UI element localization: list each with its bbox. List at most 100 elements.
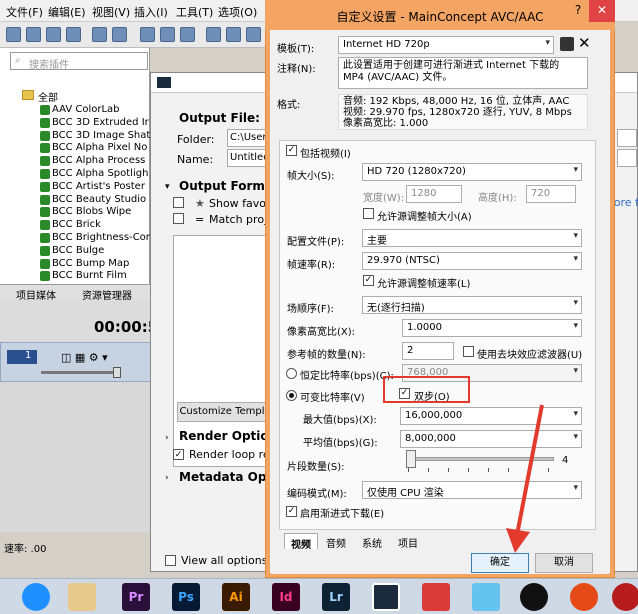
customize-template-button[interactable]: Customize Templ [177,402,267,422]
plugin-search-input[interactable]: ⌕ 搜索插件 [10,52,148,71]
height-input[interactable]: 720 [526,185,576,203]
plugin-fx-icon [40,245,50,256]
open-icon[interactable] [26,27,41,42]
menu-edit[interactable]: 编辑(E) [48,4,86,20]
profile-dropdown[interactable]: 主要 ▾ [362,229,582,247]
plugin-item[interactable]: BCC Blobs Wipe [52,206,131,217]
expand-icon[interactable]: › [165,433,169,443]
plugin-item[interactable]: AAV ColorLab [52,104,120,115]
deblock-checkbox[interactable] [463,346,474,357]
folder-input[interactable]: C:\Users [227,129,272,147]
lightroom-icon[interactable]: Lr [322,583,350,611]
plugin-item[interactable]: BCC Alpha Pixel No [52,142,147,153]
encode-mode-dropdown[interactable]: 仅使用 CPU 渲染 ▾ [362,481,582,499]
delete-template-icon[interactable]: ✕ [578,34,591,52]
plugin-item[interactable]: BCC Burnt Film [52,270,127,281]
new-icon[interactable] [6,27,21,42]
menu-options[interactable]: 选项(O) [218,4,257,20]
tab-project[interactable]: 项目 [392,533,424,550]
track-icons[interactable]: ◫ ▦ ⚙ ▾ [61,351,108,364]
browse-button-2[interactable] [617,129,637,147]
save-as-icon[interactable] [66,27,81,42]
copy-icon[interactable] [160,27,175,42]
vbr-label: 可变比特率(V) [300,393,365,404]
track-volume-slider[interactable] [41,371,121,374]
vegas-icon[interactable] [372,583,400,611]
plugin-item[interactable]: BCC Alpha Process [52,155,145,166]
redo-icon[interactable] [226,27,241,42]
name-input[interactable]: Untitled. [227,149,273,167]
render-loop-checkbox[interactable]: ✓ [173,449,184,460]
app-icon-dark-red[interactable] [612,583,638,611]
vbr-radio[interactable] [286,390,297,401]
tab-video[interactable]: 视频 [284,533,318,551]
ref-frames-input[interactable]: 2 [402,342,454,360]
ok-button[interactable]: 确定 [471,553,529,573]
view-all-checkbox[interactable] [165,555,176,566]
allow-frame-rate-checkbox[interactable]: ✓ [363,275,374,286]
undo-icon[interactable] [206,27,221,42]
plugin-item[interactable]: BCC Bump Map [52,258,129,269]
help-icon[interactable] [246,27,261,42]
app-icon-blue[interactable] [472,583,500,611]
notes-box[interactable]: 此设置适用于创建可进行渐进式 Internet 下载的 MP4 (AVC/AAC… [338,57,588,89]
plugin-fx-icon [40,143,50,154]
plugin-item[interactable]: BCC 3D Extruded Ir [52,117,149,128]
menu-insert[interactable]: 插入(I) [134,4,168,20]
frame-size-dropdown[interactable]: HD 720 (1280x720) ▾ [362,163,582,181]
slider-tick [428,468,429,472]
tab-audio[interactable]: 音频 [320,533,352,550]
premiere-icon[interactable]: Pr [122,583,150,611]
expand-icon[interactable]: › [165,473,169,483]
explorer-icon[interactable] [68,583,96,611]
illustrator-icon[interactable]: Ai [222,583,250,611]
avg-bitrate-dropdown[interactable]: 8,000,000 ▾ [400,430,582,448]
plugin-item[interactable]: BCC 3D Image Shat [52,130,150,141]
include-video-label: 包括视频(I) [300,149,351,160]
save-icon[interactable] [46,27,61,42]
paste-icon[interactable] [180,27,195,42]
tree-root[interactable]: 全部 [38,89,58,104]
plugin-item[interactable]: BCC Artist's Poster [52,181,145,192]
browse-button[interactable] [617,149,637,167]
frame-rate-dropdown[interactable]: 29.970 (NTSC) ▾ [362,252,582,270]
render-icon[interactable] [92,27,107,42]
help-button[interactable]: ? [567,0,589,22]
template-dropdown[interactable]: Internet HD 720p ▾ [338,36,554,54]
menu-view[interactable]: 视图(V) [92,4,130,20]
menu-file[interactable]: 文件(F) [6,4,43,20]
cancel-button[interactable]: 取消 [535,553,593,573]
max-bitrate-dropdown[interactable]: 16,000,000 ▾ [400,407,582,425]
browser-icon[interactable] [22,583,50,611]
chrome-icon[interactable] [570,583,598,611]
menu-tools[interactable]: 工具(T) [176,4,213,20]
track-slider-thumb[interactable] [113,367,121,378]
slices-slider[interactable] [406,457,554,461]
field-order-dropdown[interactable]: 无(逐行扫描) ▾ [362,296,582,314]
app-icon-red[interactable] [422,583,450,611]
properties-icon[interactable] [112,27,127,42]
plugin-item[interactable]: BCC Brightness-Con [52,232,152,243]
cut-icon[interactable] [140,27,155,42]
par-dropdown[interactable]: 1.0000 ▾ [402,319,582,337]
qq-icon[interactable] [520,583,548,611]
plugin-item[interactable]: BCC Bulge [52,245,104,256]
plugin-item[interactable]: BCC Alpha Spotligh [52,168,148,179]
save-template-icon[interactable] [560,37,574,51]
plugin-item[interactable]: BCC Brick [52,219,101,230]
width-input[interactable]: 1280 [406,185,462,203]
indesign-icon[interactable]: Id [272,583,300,611]
include-video-checkbox[interactable]: ✓ [286,145,297,156]
slices-slider-thumb[interactable] [406,450,416,468]
close-icon[interactable]: ✕ [589,0,615,22]
show-favorites-checkbox[interactable] [173,197,184,208]
progressive-download-checkbox[interactable]: ✓ [286,506,297,517]
match-project-checkbox[interactable] [173,213,184,224]
allow-frame-size-checkbox[interactable] [363,208,374,219]
cbr-radio[interactable] [286,368,297,379]
two-pass-checkbox[interactable]: ✓ [399,388,410,399]
photoshop-icon[interactable]: Ps [172,583,200,611]
tab-system[interactable]: 系统 [356,533,388,550]
collapse-icon[interactable]: ▾ [165,182,170,192]
plugin-item[interactable]: BCC Beauty Studio [52,194,146,205]
